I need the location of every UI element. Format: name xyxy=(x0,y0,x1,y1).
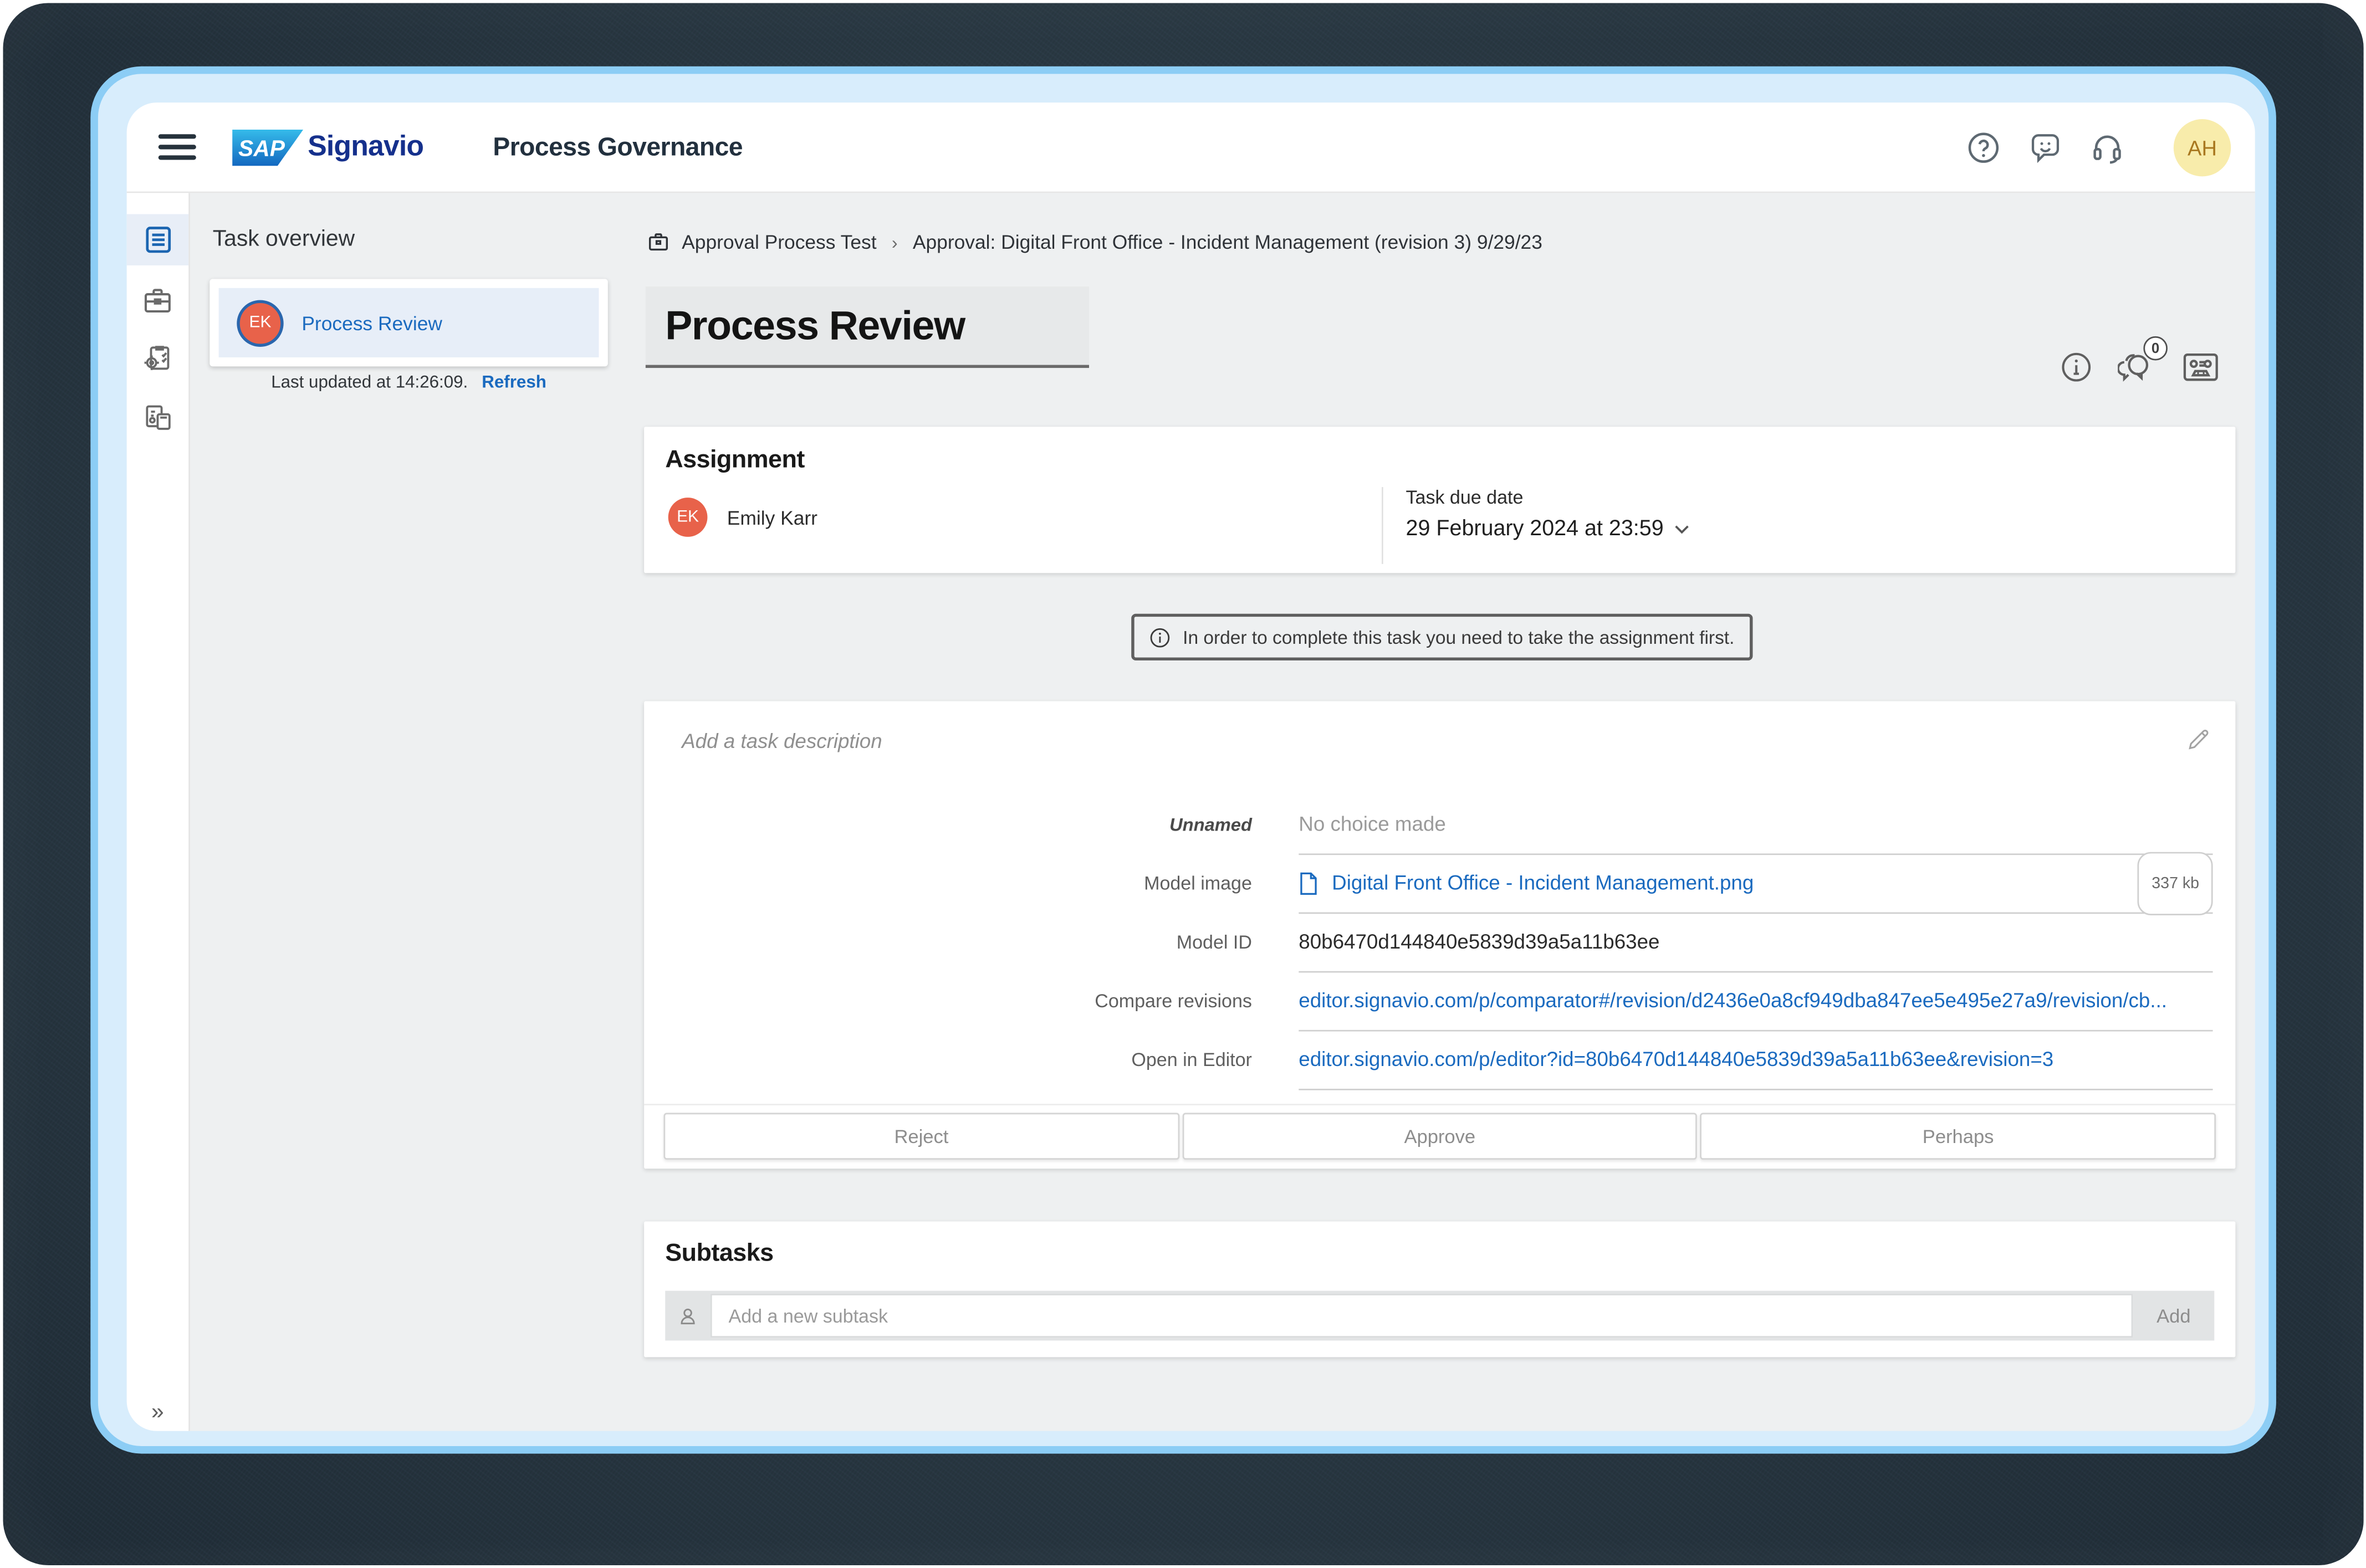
screenshot-stage: SAP Signavio Process Governance AH » Tas… xyxy=(0,0,2366,1568)
field-row: Model ID 80b6470d144840e5839d39a5a11b63e… xyxy=(664,914,2216,973)
due-date-label: Task due date xyxy=(1406,487,1524,509)
open-in-editor-link[interactable]: editor.signavio.com/p/editor?id=80b6470d… xyxy=(1299,1032,2053,1089)
sidebar-item-tasks[interactable] xyxy=(126,214,189,266)
sidebar-item-cases[interactable] xyxy=(127,278,189,323)
field-value: Digital Front Office - Incident Manageme… xyxy=(1299,852,2213,916)
divider xyxy=(644,1104,2236,1105)
app-title: Process Governance xyxy=(493,132,743,161)
info-icon[interactable] xyxy=(2061,351,2092,383)
assignment-card: Assignment EK Emily Karr Task due date 2… xyxy=(644,427,2236,573)
divider xyxy=(1381,487,1383,564)
sidebar-nav: » xyxy=(126,193,190,1431)
assignee-avatar: EK xyxy=(668,498,708,537)
add-subtask-bar: Add xyxy=(665,1290,2215,1341)
field-row: Open in Editor editor.signavio.com/p/edi… xyxy=(664,1032,2216,1090)
title-action-icons: 0 xyxy=(2061,336,2219,383)
field-row: Compare revisions editor.signavio.com/p/… xyxy=(664,972,2216,1032)
model-image-link[interactable]: Digital Front Office - Incident Manageme… xyxy=(1332,855,1754,912)
breadcrumb: Approval Process Test › Approval: Digita… xyxy=(647,230,1542,253)
field-label: Model ID xyxy=(1176,931,1252,954)
svg-text:SAP: SAP xyxy=(238,135,285,160)
task-details-card: Add a task description Unnamed No choice… xyxy=(644,701,2236,1169)
main-content: Task overview EK Process Review Last upd… xyxy=(190,193,2255,1431)
refresh-link[interactable]: Refresh xyxy=(482,374,546,392)
last-updated-line: Last updated at 14:26:09. Refresh xyxy=(209,374,608,392)
due-date-picker[interactable]: 29 February 2024 at 23:59 xyxy=(1406,517,1689,542)
approve-button[interactable]: Approve xyxy=(1182,1113,1698,1160)
due-date-value: 29 February 2024 at 23:59 xyxy=(1406,517,1664,542)
reject-button[interactable]: Reject xyxy=(663,1113,1179,1160)
comments-icon[interactable]: 0 xyxy=(2117,336,2168,383)
sidebar-collapse-toggle[interactable]: » xyxy=(127,1400,189,1425)
subtasks-heading: Subtasks xyxy=(665,1239,774,1267)
field-label: Model image xyxy=(1144,873,1252,894)
field-value: 80b6470d144840e5839d39a5a11b63ee xyxy=(1299,914,2213,973)
compare-revisions-link[interactable]: editor.signavio.com/p/comparator#/revisi… xyxy=(1299,972,2167,1029)
browser-window-frame: SAP Signavio Process Governance AH » Tas… xyxy=(90,66,2276,1454)
signavio-wordmark: Signavio xyxy=(308,130,424,162)
user-avatar[interactable]: AH xyxy=(2173,118,2231,176)
info-icon xyxy=(1151,627,1170,647)
assignee-person-icon[interactable] xyxy=(665,1291,711,1341)
field-row: Model image Digital Front Office - Incid… xyxy=(664,852,2216,916)
top-bar: SAP Signavio Process Governance AH xyxy=(126,103,2255,193)
no-choice-value: No choice made xyxy=(1299,812,1446,836)
top-bar-actions: AH xyxy=(1967,118,2255,176)
subtasks-card: Subtasks Add xyxy=(644,1221,2236,1357)
chevron-down-icon xyxy=(1675,525,1689,534)
assignee[interactable]: EK Emily Karr xyxy=(668,498,817,537)
assignee-avatar: EK xyxy=(237,299,284,346)
field-value: editor.signavio.com/p/comparator#/revisi… xyxy=(1299,972,2213,1032)
signavio-app: SAP Signavio Process Governance AH » Tas… xyxy=(126,103,2255,1431)
file-icon xyxy=(1300,872,1317,895)
briefcase-icon xyxy=(648,233,668,251)
task-list-card: EK Process Review xyxy=(209,279,608,367)
edit-pencil-icon[interactable] xyxy=(2186,727,2211,752)
file-size-badge: 337 kb xyxy=(2138,852,2213,916)
audit-log-icon[interactable] xyxy=(2183,351,2219,383)
perhaps-button[interactable]: Perhaps xyxy=(1700,1113,2216,1160)
breadcrumb-current: Approval: Digital Front Office - Inciden… xyxy=(912,230,1542,254)
notice-banner: In order to complete this task you need … xyxy=(1131,613,1753,661)
process-settings-icon xyxy=(144,345,170,370)
feedback-icon[interactable] xyxy=(2029,130,2062,163)
help-icon[interactable] xyxy=(1967,130,2000,163)
comments-count-badge: 0 xyxy=(2143,336,2168,361)
assignment-heading: Assignment xyxy=(665,446,805,474)
decision-actions: Reject Approve Perhaps xyxy=(663,1113,2216,1160)
sidebar-item-processes[interactable] xyxy=(127,335,189,380)
field-label: Open in Editor xyxy=(1131,1049,1252,1071)
sap-logo-icon: SAP xyxy=(232,129,304,166)
breadcrumb-parent[interactable]: Approval Process Test xyxy=(682,230,876,253)
hamburger-menu-icon[interactable] xyxy=(158,133,196,161)
add-subtask-button[interactable]: Add xyxy=(2133,1291,2214,1341)
task-list-item-label[interactable]: Process Review xyxy=(302,311,442,334)
breadcrumb-separator: › xyxy=(891,231,898,253)
task-list-icon xyxy=(145,227,170,253)
field-label: Unnamed xyxy=(1169,814,1252,836)
reports-icon xyxy=(146,404,171,429)
field-value: editor.signavio.com/p/editor?id=80b6470d… xyxy=(1299,1032,2213,1090)
briefcase-icon xyxy=(144,288,171,312)
field-value[interactable]: No choice made xyxy=(1299,796,2213,855)
sidebar-item-reports[interactable] xyxy=(127,393,189,439)
task-description-placeholder[interactable]: Add a task description xyxy=(682,730,882,752)
task-list-item-selected[interactable]: EK Process Review xyxy=(218,288,599,358)
field-row: Unnamed No choice made xyxy=(664,796,2216,855)
assignee-name: Emily Karr xyxy=(727,506,817,529)
page-title: Process Review xyxy=(665,302,965,348)
task-title-field[interactable]: Process Review xyxy=(645,286,1089,368)
add-subtask-input[interactable] xyxy=(710,1294,2133,1338)
field-label: Compare revisions xyxy=(1095,991,1252,1012)
sap-signavio-logo: SAP Signavio xyxy=(232,129,424,166)
last-updated-text: Last updated at 14:26:09. xyxy=(271,373,468,392)
notice-text: In order to complete this task you need … xyxy=(1183,626,1735,648)
task-overview-title: Task overview xyxy=(212,226,355,252)
model-id-value: 80b6470d144840e5839d39a5a11b63ee xyxy=(1299,930,1660,954)
headset-icon[interactable] xyxy=(2091,130,2124,163)
